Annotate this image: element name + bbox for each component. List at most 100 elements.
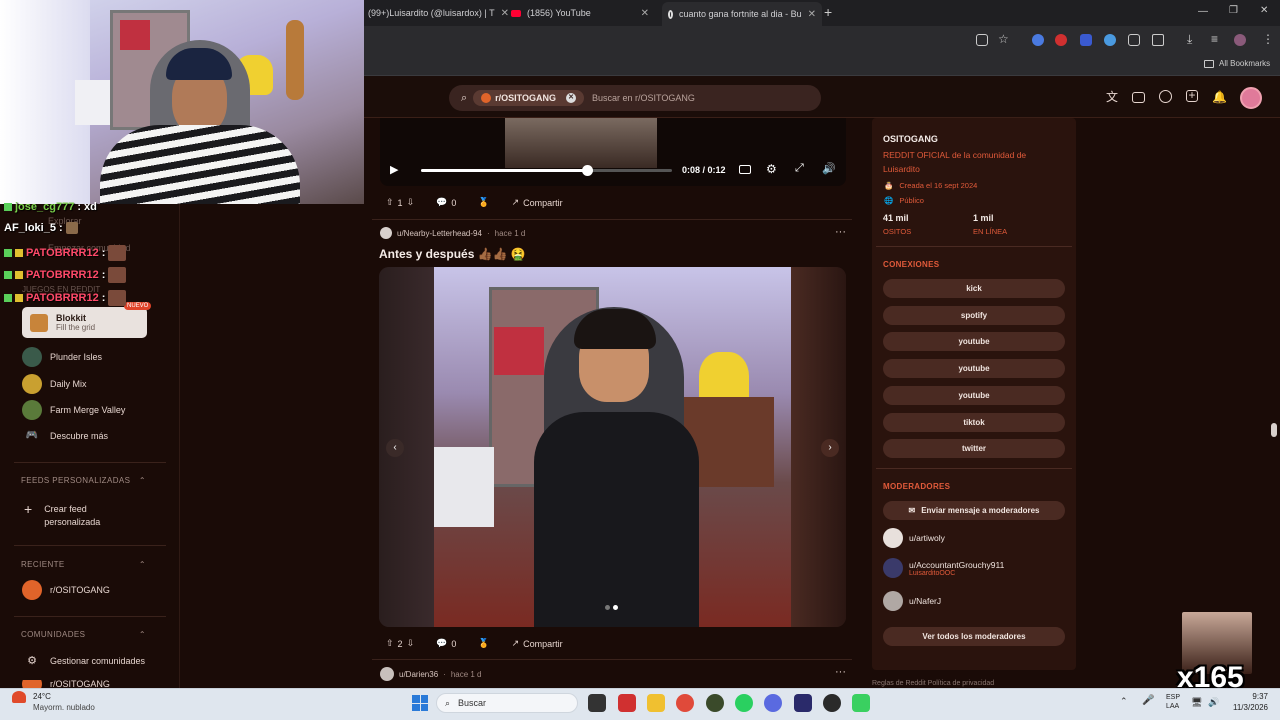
obs-icon[interactable] bbox=[823, 694, 841, 712]
chevron-up-icon[interactable]: ⌃ bbox=[1120, 696, 1128, 707]
weather-text[interactable]: Mayorm. nublado bbox=[33, 703, 95, 712]
downvote-icon[interactable]: ⇩ bbox=[407, 638, 415, 649]
task-view-icon[interactable] bbox=[588, 694, 606, 712]
upvote-icon[interactable]: ⇧ bbox=[386, 197, 394, 208]
create-post-icon[interactable]: + bbox=[1186, 89, 1198, 102]
vote-group[interactable]: ⇧ 1 ⇩ bbox=[380, 194, 420, 211]
more-options-icon[interactable]: ··· bbox=[835, 226, 846, 238]
captions-icon[interactable] bbox=[739, 165, 751, 174]
post-author[interactable]: u/Darien36 bbox=[399, 670, 438, 679]
user-avatar[interactable] bbox=[1240, 87, 1262, 109]
mic-icon[interactable]: 🎤 bbox=[1142, 695, 1154, 706]
extension-icon[interactable] bbox=[1080, 34, 1092, 46]
minimize-icon[interactable]: — bbox=[1198, 6, 1208, 17]
notification-icon[interactable]: 🔔 bbox=[1212, 90, 1227, 104]
share-button[interactable]: ↗ Compartir bbox=[506, 635, 569, 652]
sidebar-item-discover[interactable]: 🎮 Descubre más bbox=[22, 430, 108, 441]
more-icon[interactable]: ⋮ bbox=[1262, 32, 1274, 46]
sidebar-item-manage[interactable]: ⚙ Gestionar comunidades bbox=[22, 654, 145, 667]
sidebar-item-plunder-isles[interactable]: Plunder Isles bbox=[22, 347, 102, 367]
sidebar-item-community[interactable]: r/OSITOGANG bbox=[22, 680, 110, 688]
recent-section-header[interactable]: RECIENTE ⌃ bbox=[21, 560, 146, 569]
volume-icon[interactable]: 🔊 bbox=[1208, 697, 1219, 708]
discord-icon[interactable] bbox=[764, 694, 782, 712]
windows-start-icon[interactable] bbox=[412, 695, 428, 711]
chrome-icon[interactable] bbox=[676, 694, 694, 712]
temperature[interactable]: 24°C bbox=[33, 692, 51, 701]
premiere-icon[interactable] bbox=[794, 694, 812, 712]
extension-icon[interactable] bbox=[1032, 34, 1044, 46]
award-button[interactable]: 🏅 bbox=[472, 194, 495, 211]
cast-icon[interactable] bbox=[976, 34, 988, 46]
browser-tab[interactable]: (1856) YouTube ✕ bbox=[505, 3, 655, 23]
sidebar-item-daily-mix[interactable]: Daily Mix bbox=[22, 374, 87, 394]
vote-group[interactable]: ⇧ 2 ⇩ bbox=[380, 635, 420, 652]
language-indicator[interactable]: ESP LAA bbox=[1166, 693, 1180, 711]
all-bookmarks[interactable]: All Bookmarks bbox=[1204, 59, 1270, 68]
search-input[interactable]: Buscar en r/OSITOGANG bbox=[592, 93, 695, 103]
star-icon[interactable]: ☆ bbox=[998, 32, 1009, 46]
menu-icon[interactable]: ≡ bbox=[1211, 32, 1218, 46]
connection-tiktok[interactable]: tiktok bbox=[883, 413, 1065, 432]
moderator-item[interactable]: u/artiwoly bbox=[883, 528, 945, 548]
volume-icon[interactable]: 🔊 bbox=[822, 162, 836, 175]
search-bar[interactable]: ⌕ r/OSITOGANG ✕ Buscar en r/OSITOGANG bbox=[449, 85, 821, 111]
upvote-icon[interactable]: ⇧ bbox=[386, 638, 394, 649]
sidebar-item-farm-merge[interactable]: Farm Merge Valley bbox=[22, 400, 125, 420]
close-window-icon[interactable]: ✕ bbox=[1260, 5, 1268, 16]
puzzle-icon[interactable] bbox=[1152, 34, 1164, 46]
moderator-item[interactable]: u/AccountantGrouchy911 LuisarditoOOC bbox=[883, 558, 1004, 578]
scrollbar-thumb[interactable] bbox=[1271, 423, 1277, 437]
downvote-icon[interactable]: ⇩ bbox=[407, 197, 415, 208]
carousel-dot[interactable] bbox=[605, 605, 610, 610]
ads-icon[interactable] bbox=[1132, 92, 1145, 103]
settings-icon[interactable]: ⚙ bbox=[766, 162, 777, 176]
taskbar-search[interactable]: ⌕ Buscar bbox=[436, 693, 578, 713]
close-tab-icon[interactable]: ✕ bbox=[808, 9, 816, 20]
extension-icon[interactable] bbox=[1104, 34, 1116, 46]
connection-spotify[interactable]: spotify bbox=[883, 306, 1065, 325]
connection-youtube[interactable]: youtube bbox=[883, 332, 1065, 351]
chevron-right-icon[interactable]: › bbox=[821, 439, 839, 457]
date[interactable]: 11/3/2026 bbox=[1222, 703, 1268, 712]
post-title[interactable]: Antes y después 👍🏾👍🏾 🤮 bbox=[379, 247, 526, 261]
footer-links[interactable]: Reglas de Reddit Política de privacidad bbox=[872, 680, 994, 687]
clock[interactable]: 9:37 bbox=[1228, 692, 1268, 701]
blokkit-card[interactable]: Blokkit Fill the grid bbox=[22, 307, 147, 338]
comments-button[interactable]: 💬 0 bbox=[430, 194, 462, 211]
message-mods-button[interactable]: ✉ Enviar mensaje a moderadores bbox=[883, 501, 1065, 520]
more-options-icon[interactable]: ··· bbox=[835, 666, 846, 678]
view-all-mods-button[interactable]: Ver todos los moderadores bbox=[883, 627, 1065, 646]
close-tab-icon[interactable]: ✕ bbox=[641, 8, 649, 19]
share-button[interactable]: ↗ Compartir bbox=[506, 194, 569, 211]
connection-youtube[interactable]: youtube bbox=[883, 386, 1065, 405]
chevron-left-icon[interactable]: ‹ bbox=[386, 439, 404, 457]
community-chip[interactable]: r/OSITOGANG ✕ bbox=[473, 90, 585, 106]
extension-icon[interactable] bbox=[1128, 34, 1140, 46]
browser-tab[interactable]: (99+)Luisardito (@luisardox) | T ✕ bbox=[362, 3, 509, 23]
app-icon[interactable] bbox=[852, 694, 870, 712]
feeds-section-header[interactable]: FEEDS PERSONALIZADAS ⌃ bbox=[21, 476, 146, 485]
clear-chip-icon[interactable]: ✕ bbox=[566, 93, 577, 103]
chat-icon[interactable] bbox=[1159, 90, 1172, 103]
carousel-dot[interactable] bbox=[613, 605, 618, 610]
file-explorer-icon[interactable] bbox=[647, 694, 665, 712]
new-tab-icon[interactable]: + bbox=[824, 4, 832, 20]
moderator-item[interactable]: u/NaferJ bbox=[883, 591, 941, 611]
video-scrubber[interactable] bbox=[581, 165, 593, 176]
translate-icon[interactable]: 文 bbox=[1105, 90, 1119, 104]
connection-twitter[interactable]: twitter bbox=[883, 439, 1065, 458]
xbox-icon[interactable] bbox=[706, 694, 724, 712]
network-icon[interactable]: 🖥 bbox=[1191, 697, 1202, 708]
comments-button[interactable]: 💬 0 bbox=[430, 635, 462, 652]
video-progress-track[interactable] bbox=[421, 169, 672, 172]
extension-icon[interactable] bbox=[1055, 34, 1067, 46]
profile-icon[interactable] bbox=[1234, 34, 1246, 46]
post-author[interactable]: u/Nearby-Letterhead-94 bbox=[397, 229, 482, 238]
restore-icon[interactable]: ❐ bbox=[1229, 5, 1238, 16]
connection-kick[interactable]: kick bbox=[883, 279, 1065, 298]
create-feed-button[interactable]: + Crear feed personalizada bbox=[24, 502, 114, 529]
app-icon[interactable] bbox=[618, 694, 636, 712]
sidebar-item-recent-community[interactable]: r/OSITOGANG bbox=[22, 580, 110, 600]
connection-youtube[interactable]: youtube bbox=[883, 359, 1065, 378]
